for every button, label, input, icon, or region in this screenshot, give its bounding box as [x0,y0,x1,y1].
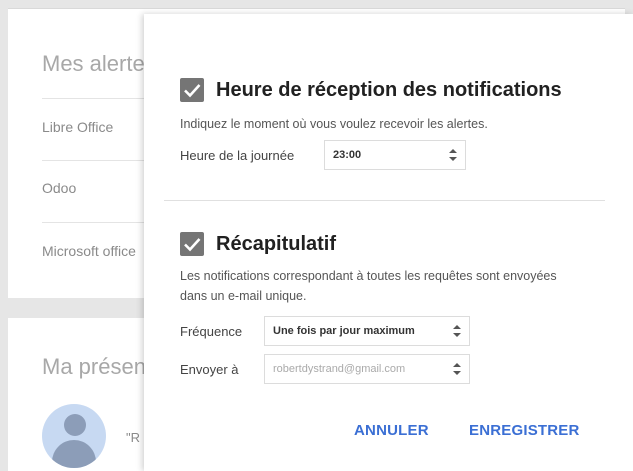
send-to-value: robertdystrand@gmail.com [273,363,406,375]
notif-section-title: Heure de réception des notifications [216,78,562,101]
avatar-body [52,440,96,468]
notif-time-checkbox[interactable] [180,78,204,102]
time-of-day-label: Heure de la journée [180,148,295,163]
cancel-button[interactable]: ANNULER [354,422,429,439]
section-divider [164,200,605,201]
frequency-label: Fréquence [180,324,243,339]
summary-section-description: Les notifications correspondant à toutes… [180,269,557,303]
presentation-quote: "R [126,430,141,445]
select-arrows-icon [453,325,461,337]
notif-section-header: Heure de réception des notifications [180,78,562,102]
notif-section-description: Indiquez le moment où vous voulez recevo… [180,117,488,131]
summary-section-header: Récapitulatif [180,232,336,256]
notification-settings-dialog: Heure de réception des notifications Ind… [144,14,633,471]
check-icon [184,84,201,98]
send-to-select[interactable]: robertdystrand@gmail.com [264,354,470,384]
frequency-value: Une fois par jour maximum [273,325,415,337]
select-arrows-icon [453,363,461,375]
alerts-title: Mes alertes [42,51,156,76]
time-of-day-select[interactable]: 23:00 [324,140,466,170]
avatar-head [64,414,86,436]
summary-checkbox[interactable] [180,232,204,256]
time-of-day-value: 23:00 [333,149,362,161]
check-icon [184,238,201,252]
save-button[interactable]: ENREGISTRER [469,422,580,439]
select-arrows-icon [449,149,457,161]
avatar [42,404,106,468]
frequency-select[interactable]: Une fois par jour maximum [264,316,470,346]
summary-section-title: Récapitulatif [216,232,337,255]
send-to-label: Envoyer à [180,362,239,377]
